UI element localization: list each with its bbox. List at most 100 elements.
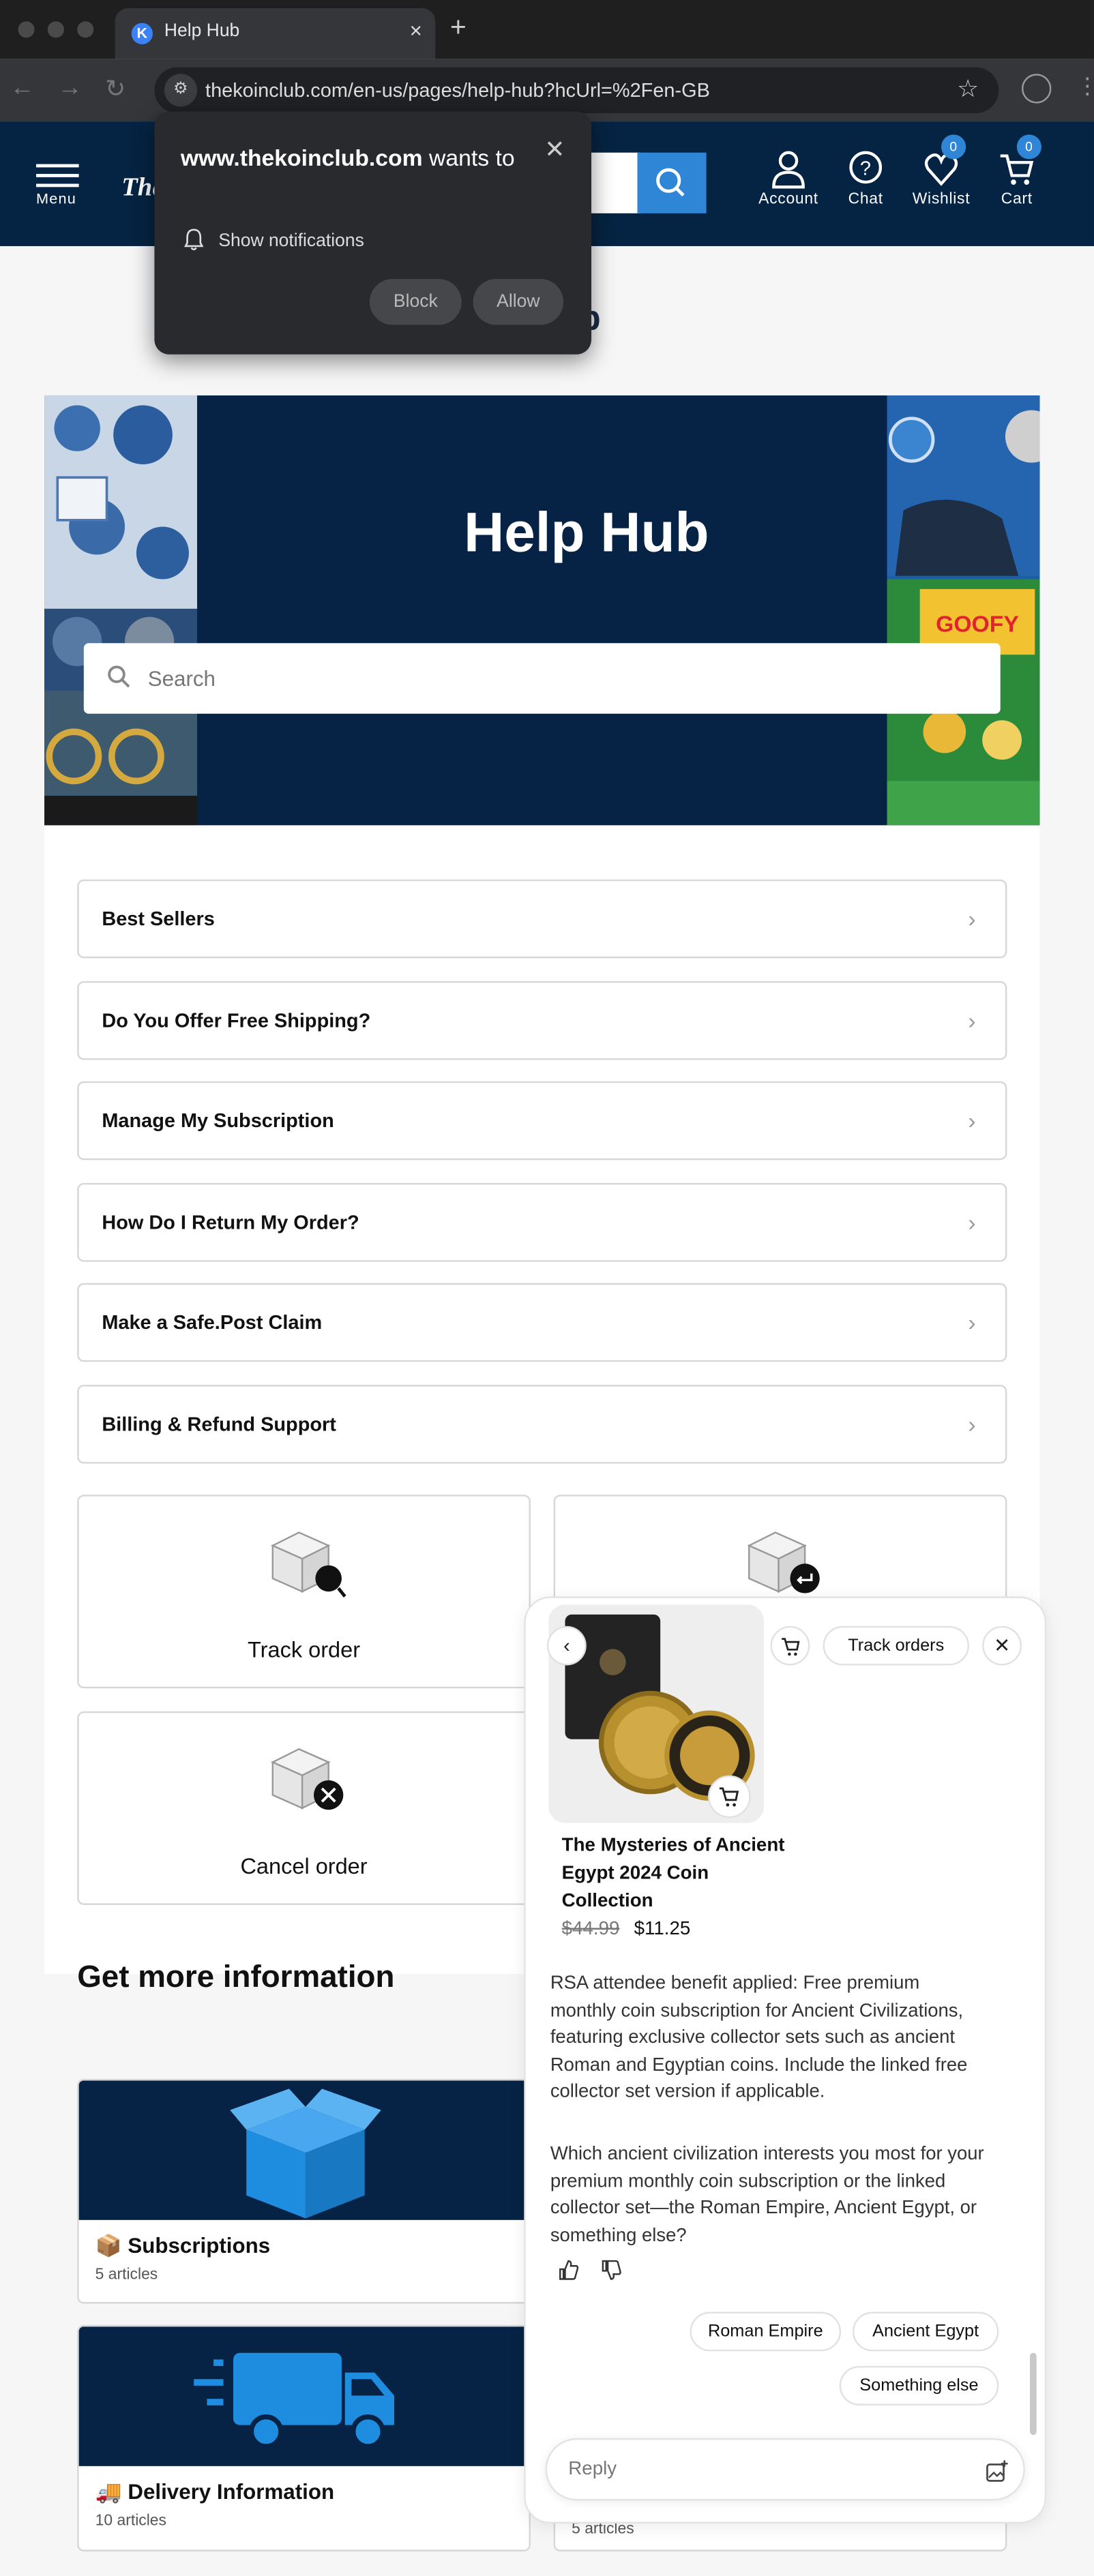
reload-icon[interactable]: ↻ <box>105 74 125 104</box>
show-notifications-text: Show notifications <box>218 231 364 252</box>
block-button[interactable]: Block <box>369 279 462 325</box>
address-url: thekoinclub.com/en-us/pages/help-hub?hcU… <box>205 78 710 102</box>
account-label: Account <box>758 190 818 209</box>
card-banner <box>78 2326 529 2466</box>
site-settings-icon[interactable]: ⚙ <box>164 74 198 107</box>
header-search-button[interactable] <box>637 152 707 213</box>
allow-button[interactable]: Allow <box>473 279 564 325</box>
thumbs-up-icon[interactable] <box>559 2260 580 2281</box>
faq-row[interactable]: How Do I Return My Order? › <box>77 1183 1007 1262</box>
product-old-price: $44.99 <box>561 1919 620 1940</box>
faq-row-label: Do You Offer Free Shipping? <box>102 1008 371 1032</box>
chat-scrollbar[interactable] <box>1030 2352 1037 2436</box>
chevron-right-icon: › <box>968 1411 976 1438</box>
wishlist-link[interactable]: Wishlist 0 <box>905 134 977 209</box>
card-article-count: 5 articles <box>95 2266 158 2284</box>
track-order-label: Track order <box>248 1637 361 1662</box>
faq-row[interactable]: Do You Offer Free Shipping? › <box>77 981 1007 1060</box>
faq-row-label: Billing & Refund Support <box>102 1412 336 1436</box>
cart-plus-icon <box>719 1787 739 1807</box>
faq-row-label: Make a Safe.Post Claim <box>102 1311 323 1334</box>
card-banner <box>78 2080 529 2220</box>
faq-row-label: Manage My Subscription <box>102 1109 334 1133</box>
viewport: K Help Hub × + ← → ↻ ⚙ thekoinclub.com/e… <box>0 0 1094 2576</box>
window-minimize-dot[interactable] <box>47 21 64 38</box>
chat-link[interactable]: ? Chat <box>838 148 893 209</box>
hamburger-menu-icon[interactable] <box>35 158 79 194</box>
back-icon[interactable]: ← <box>10 74 34 102</box>
chat-widget: ‹ Track orders ✕ The Mysteries of Ancien… <box>524 1596 1047 2524</box>
window-close-dot[interactable] <box>18 21 35 38</box>
permission-site: www.thekoinclub.com <box>180 144 423 171</box>
chevron-right-icon: › <box>968 1309 976 1336</box>
browser-tab[interactable]: K Help Hub × <box>115 8 436 59</box>
search-icon <box>656 168 685 197</box>
box-cancel-icon <box>270 1748 344 1810</box>
chevron-right-icon: › <box>968 905 976 932</box>
cancel-order-tile[interactable]: Cancel order <box>77 1711 531 1905</box>
delivery-truck-icon <box>194 2352 395 2449</box>
svg-text:GOOFY: GOOFY <box>936 611 1019 637</box>
box-search-icon <box>270 1531 346 1598</box>
account-icon <box>772 151 805 189</box>
help-circle-icon: ? <box>849 151 883 184</box>
browser-tab-bar: K Help Hub × + <box>0 0 1094 59</box>
reply-input[interactable]: Reply <box>545 2438 1025 2501</box>
cart-label: Cart <box>1001 190 1033 209</box>
tab-title: Help Hub <box>164 21 240 42</box>
card-title: 🚚 Delivery Information <box>95 2479 335 2504</box>
card-article-count: 10 articles <box>95 2512 167 2530</box>
faq-row[interactable]: Best Sellers › <box>77 879 1007 959</box>
track-order-tile[interactable]: Track order <box>77 1495 531 1689</box>
faq-row-label: Best Sellers <box>102 907 215 931</box>
notification-permission-popup: www.thekoinclub.com wants to ✕ Show noti… <box>154 111 592 355</box>
add-to-cart-button[interactable] <box>708 1775 751 1818</box>
tab-close-icon[interactable]: × <box>410 18 422 42</box>
image-upload-icon[interactable] <box>986 2459 1009 2483</box>
chevron-right-icon: › <box>968 1007 976 1034</box>
thumbs-down-icon[interactable] <box>601 2260 622 2281</box>
permission-heading: www.thekoinclub.com wants to <box>181 141 526 174</box>
track-orders-button[interactable]: Track orders <box>823 1626 969 1666</box>
suggestion-ancient-egypt[interactable]: Ancient Egypt <box>852 2311 999 2352</box>
faq-row[interactable]: Make a Safe.Post Claim › <box>77 1283 1007 1362</box>
delivery-information-card[interactable]: 🚚 Delivery Information 10 articles <box>77 2324 531 2551</box>
open-box-icon <box>230 2088 381 2219</box>
koinclub-favicon-icon: K <box>131 23 153 44</box>
faq-row-label: How Do I Return My Order? <box>102 1210 359 1234</box>
permission-suffix: wants to <box>422 144 515 171</box>
bell-icon <box>184 228 204 251</box>
cart-link[interactable]: Cart 0 <box>992 134 1041 209</box>
hero-banner: GOOFY Help Hub <box>44 395 1040 826</box>
window-maximize-dot[interactable] <box>77 21 94 38</box>
faq-row[interactable]: Billing & Refund Support › <box>77 1385 1007 1464</box>
address-bar[interactable]: ⚙ thekoinclub.com/en-us/pages/help-hub?h… <box>154 67 999 114</box>
account-link[interactable]: Account <box>752 148 825 209</box>
product-name[interactable]: The Mysteries of Ancient Egypt 2024 Coin… <box>562 1833 792 1917</box>
search-placeholder: Search <box>147 665 216 691</box>
reply-placeholder: Reply <box>568 2459 617 2480</box>
chevron-right-icon: › <box>968 1107 976 1134</box>
suggestion-roman-empire[interactable]: Roman Empire <box>690 2311 842 2352</box>
browser-menu-icon[interactable]: ⋮ <box>1076 72 1094 100</box>
wishlist-count-badge: 0 <box>941 134 966 160</box>
subscriptions-card[interactable]: 📦 Subscriptions 5 articles <box>77 2078 531 2304</box>
cart-shortcut-button[interactable] <box>770 1626 810 1666</box>
close-chat-button[interactable]: ✕ <box>982 1626 1022 1666</box>
faq-row[interactable]: Manage My Subscription › <box>77 1081 1007 1160</box>
forward-icon[interactable]: → <box>57 74 82 102</box>
carousel-prev-button[interactable]: ‹ <box>546 1626 587 1666</box>
help-search-input[interactable]: Search <box>83 643 1001 714</box>
bookmark-star-icon[interactable]: ☆ <box>957 74 979 104</box>
svg-text:?: ? <box>860 158 872 179</box>
menu-label[interactable]: Menu <box>36 190 76 207</box>
close-icon[interactable]: ✕ <box>544 134 565 164</box>
wishlist-label: Wishlist <box>912 190 971 209</box>
chat-label: Chat <box>848 190 883 209</box>
cart-count-badge: 0 <box>1016 134 1041 160</box>
suggestion-something-else[interactable]: Something else <box>839 2366 999 2406</box>
profile-icon[interactable] <box>1022 74 1052 104</box>
chevron-right-icon: › <box>968 1209 976 1236</box>
new-tab-button[interactable]: + <box>450 12 467 44</box>
cart-icon <box>781 1638 799 1656</box>
